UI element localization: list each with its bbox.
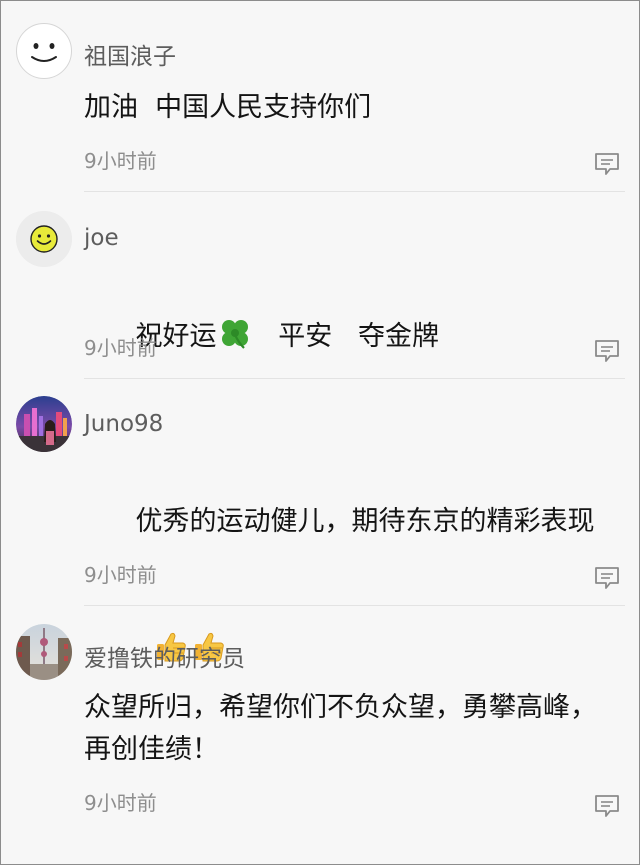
username[interactable]: Juno98 [84,411,163,437]
avatar[interactable] [16,396,72,452]
comment-bubble-icon [595,153,619,175]
comment-text-part: 优秀的运动健儿，期待东京的精彩表现 [135,506,595,537]
comment-text-part: 平安 夺金牌 [252,321,439,352]
smiley-face-icon [18,25,70,77]
comment-text: 众望所归，希望你们不负众望，勇攀高峰，再创佳绩！ [84,692,597,765]
username[interactable]: joe [84,225,119,251]
divider [84,605,625,606]
username[interactable]: 爱撸铁的研究员 [84,639,245,673]
username[interactable]: 祖国浪子 [84,37,176,71]
comment-bubble-icon [595,567,619,589]
reply-button[interactable] [593,338,621,364]
timestamp: 9小时前 [84,791,157,815]
city-night-photo-icon [16,396,72,452]
timestamp: 9小时前 [84,563,157,587]
divider [84,191,625,192]
comment-text: 加油 中国人民支持你们 [84,92,372,123]
comment-list: 祖国浪子 加油 中国人民支持你们 9小时前 joe 祝好运 平安 夺金牌 9小时… [0,0,640,865]
avatar[interactable] [16,211,72,267]
timestamp: 9小时前 [84,336,157,360]
city-tower-photo-icon [16,624,72,680]
four-leaf-clover-icon [217,315,253,364]
reply-button[interactable] [593,151,621,177]
comment-text: 优秀的运动健儿，期待东京的精彩表现 [84,459,604,711]
divider [84,378,625,379]
emoji-row [84,587,604,662]
comment-bubble-icon [595,795,619,817]
reply-button[interactable] [593,793,621,819]
reply-button[interactable] [593,565,621,591]
avatar[interactable] [16,624,72,680]
timestamp: 9小时前 [84,149,157,173]
smiley-emoji-icon [16,211,72,267]
comment-bubble-icon [595,340,619,362]
comment-text: 祝好运 平安 夺金牌 [84,273,604,406]
avatar[interactable] [16,23,72,79]
